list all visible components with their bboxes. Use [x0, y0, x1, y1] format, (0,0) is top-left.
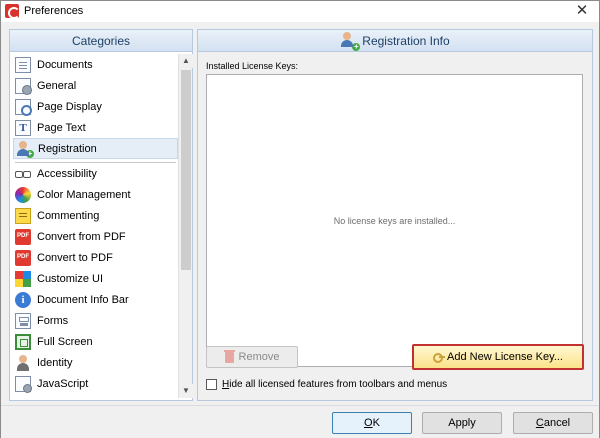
category-label: Commenting — [37, 209, 100, 222]
customize-ui-icon — [15, 270, 31, 287]
add-license-key-button[interactable]: Add New License Key... — [412, 344, 584, 370]
categories-scrollbar[interactable]: ▲ ▼ — [178, 54, 193, 398]
category-label: Accessibility — [37, 167, 97, 180]
license-keys-list[interactable]: No license keys are installed... — [206, 74, 583, 367]
apply-button[interactable]: Apply — [422, 412, 502, 434]
category-label: Convert from PDF — [37, 230, 126, 243]
category-label: Convert to PDF — [37, 251, 113, 264]
ok-button[interactable]: OK — [332, 412, 412, 434]
info-icon: i — [15, 291, 31, 308]
category-full-screen[interactable]: Full Screen — [13, 331, 178, 352]
registration-icon: + — [16, 140, 34, 158]
key-icon — [433, 353, 446, 363]
category-accessibility[interactable]: Accessibility — [13, 163, 178, 184]
scrollbar-thumb[interactable] — [181, 70, 191, 270]
category-label: Forms — [37, 314, 69, 327]
scroll-up-arrow-icon[interactable]: ▲ — [179, 54, 193, 68]
trash-icon — [223, 349, 235, 363]
app-logo-icon — [5, 4, 20, 19]
category-registration[interactable]: + Registration — [13, 138, 178, 159]
hide-features-label: Hide all licensed features from toolbars… — [222, 379, 448, 390]
categories-list: Documents General Page Display T Page Te… — [13, 54, 178, 398]
forms-icon — [15, 312, 31, 329]
category-label: Page Display — [37, 100, 102, 113]
hide-features-option[interactable]: Hide all licensed features from toolbars… — [206, 379, 447, 390]
categories-header: Categories — [10, 30, 192, 52]
category-document-info-bar[interactable]: i Document Info Bar — [13, 289, 178, 310]
convert-from-pdf-icon — [15, 228, 31, 245]
registration-header-title: Registration Info — [362, 34, 450, 48]
category-identity[interactable]: Identity — [13, 352, 178, 373]
javascript-icon — [15, 375, 32, 393]
category-label: Full Screen — [37, 335, 93, 348]
installed-keys-label: Installed License Keys: — [206, 61, 299, 71]
category-label: Customize UI — [37, 272, 104, 285]
category-forms[interactable]: Forms — [13, 310, 178, 331]
category-label: JavaScript — [37, 377, 89, 390]
page-text-icon: T — [15, 119, 31, 136]
category-commenting[interactable]: Commenting — [13, 205, 178, 226]
dialog-footer: OK Apply Cancel — [1, 405, 599, 438]
add-license-key-label: Add New License Key... — [447, 351, 563, 363]
accessibility-glasses-icon — [15, 166, 31, 182]
category-label: Page Text — [37, 121, 86, 134]
identity-person-icon — [15, 354, 31, 371]
category-label: Color Management — [37, 188, 131, 201]
category-page-text[interactable]: T Page Text — [13, 117, 178, 138]
registration-header: + Registration Info — [198, 30, 592, 52]
category-javascript[interactable]: JavaScript — [13, 373, 178, 394]
category-general[interactable]: General — [13, 75, 178, 96]
remove-button-label: Remove — [238, 351, 280, 363]
category-color-management[interactable]: Color Management — [13, 184, 178, 205]
color-wheel-icon — [15, 186, 31, 203]
cancel-button[interactable]: Cancel — [513, 412, 593, 434]
scroll-down-arrow-icon[interactable]: ▼ — [179, 384, 193, 398]
plus-badge-icon: + — [352, 42, 361, 51]
category-label: Document Info Bar — [37, 293, 129, 306]
title-bar: Preferences ✕ — [1, 1, 599, 22]
registration-header-icon: + — [340, 32, 361, 51]
hide-features-checkbox[interactable] — [206, 379, 217, 390]
category-label: Identity — [37, 356, 73, 369]
convert-to-pdf-icon — [15, 249, 31, 266]
general-settings-icon — [15, 77, 32, 95]
plus-badge-icon: + — [26, 148, 34, 158]
remove-button[interactable]: Remove — [206, 346, 298, 368]
full-screen-icon — [15, 333, 31, 350]
category-label: General — [37, 79, 77, 92]
document-icon — [15, 56, 31, 73]
category-documents[interactable]: Documents — [13, 54, 178, 75]
category-convert-from-pdf[interactable]: Convert from PDF — [13, 226, 178, 247]
categories-panel: Categories Documents General Page Displa… — [9, 29, 193, 401]
page-display-icon — [15, 98, 32, 116]
registration-panel: + Registration Info Installed License Ke… — [197, 29, 593, 401]
comment-note-icon — [15, 207, 31, 224]
category-label: Documents — [37, 58, 93, 71]
close-button[interactable]: ✕ — [565, 1, 599, 22]
category-customize-ui[interactable]: Customize UI — [13, 268, 178, 289]
category-label: Registration — [38, 142, 97, 155]
preferences-window: Preferences ✕ Categories Documents Gener… — [0, 0, 600, 438]
window-title: Preferences — [24, 5, 84, 17]
empty-list-message: No license keys are installed... — [333, 215, 456, 226]
category-page-display[interactable]: Page Display — [13, 96, 178, 117]
category-convert-to-pdf[interactable]: Convert to PDF — [13, 247, 178, 268]
